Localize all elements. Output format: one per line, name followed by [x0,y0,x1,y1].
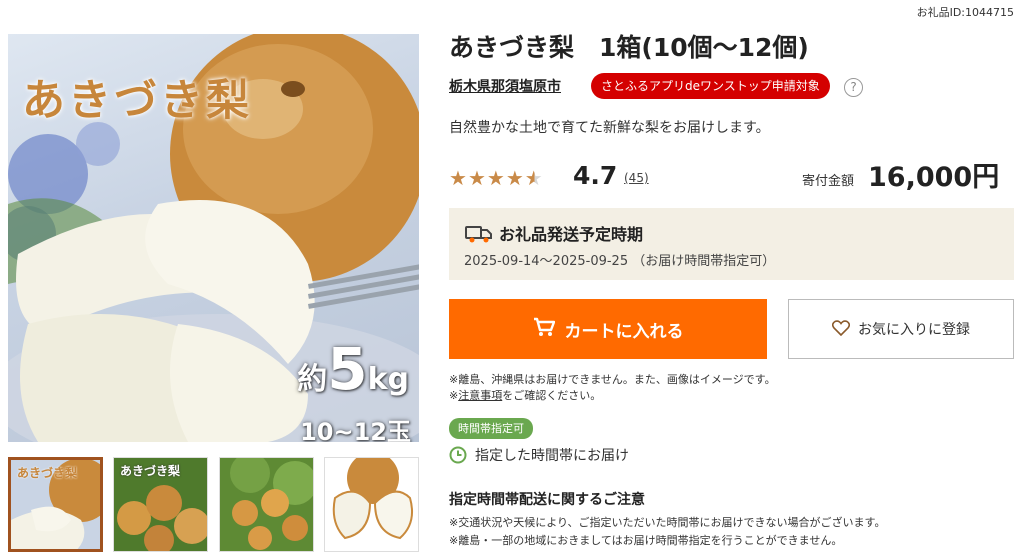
thumbnail-2[interactable]: あきづき梨 [113,457,208,552]
time-notice-lines: ※交通状況や天候により、ご指定いただいた時間帯にお届けできない場合がございます。… [449,514,885,550]
rating-score: 4.7 [573,161,618,190]
price-label: 寄付金額 [802,174,855,189]
time-notice-heading: 指定時間帯配送に関するご注意 [449,492,645,508]
caution-link[interactable]: 注意事項 [458,389,502,402]
time-slot-badge: 時間帯指定可 [449,418,533,439]
product-description: 自然豊かな土地で育てた新鮮な梨をお届けします。 [449,120,770,136]
star-icon: ★ [449,166,468,190]
question-icon[interactable]: ? [844,78,863,97]
review-count-link[interactable]: (45) [624,171,649,185]
star-half-icon: ★ [524,166,544,190]
thumbnail-3[interactable] [219,457,314,552]
note-line-1: ※離島、沖縄県はお届けできません。また、画像はイメージです。 [449,373,776,386]
time-slot-text: 指定した時間帯にお届け [475,448,629,464]
add-to-cart-button[interactable]: カートに入れる [449,299,767,359]
thumbnail-strip: あきづき梨 あきづき梨 [8,457,419,552]
app-onestop-badge: さとふるアプリdeワンストップ申請対象 [591,73,830,99]
favorite-label: お気に入りに登録 [858,321,970,337]
price-amount: 16,000円 [868,162,1000,193]
time-notice-line-1: ※交通状況や天候により、ご指定いただいた時間帯にお届けできない場合がございます。 [449,516,886,529]
star-icon: ★ [467,166,487,190]
municipality-link[interactable]: 栃木県那須塩原市 [449,76,561,96]
shipping-title: お礼品発送予定時期 [499,225,644,244]
rating-stars: ★★★★★ [449,166,544,190]
thumbnail-1[interactable]: あきづき梨 [8,457,103,552]
star-icon: ★ [505,166,525,190]
time-notice-line-2: ※離島・一部の地域におきましてはお届け時間帯指定を行うことができません。 [449,534,843,547]
shipping-dates: 2025-09-14～2025-09-25 （お届け時間帯指定可） [464,254,776,269]
delivery-notes: ※離島、沖縄県はお届けできません。また、画像はイメージです。 ※注意事項をご確認… [449,372,776,404]
note-line-2: ※注意事項をご確認ください。 [449,389,602,402]
favorite-button[interactable]: お気に入りに登録 [788,299,1014,359]
add-to-cart-label: カートに入れる [564,321,684,341]
image-count-text: 10~12玉 [300,418,411,442]
clock-icon [449,446,467,468]
image-weight-text: 約5kg [297,335,409,403]
cart-icon [533,317,555,342]
main-product-image: あきづき梨 約5kg 10~12玉 [8,34,419,442]
truck-icon [465,224,493,248]
image-title-text: あきづき梨 [22,76,252,126]
gift-id: お礼品ID:1044715 [916,6,1014,19]
star-icon: ★ [486,166,506,190]
product-title: あきづき梨 1箱(10個～12個) [449,33,809,62]
thumbnail-1-label: あきづき梨 [17,466,78,480]
shipping-info-box: お礼品発送予定時期 2025-09-14～2025-09-25 （お届け時間帯指… [449,208,1014,280]
thumbnail-2-label: あきづき梨 [120,464,181,478]
thumbnail-4[interactable] [324,457,419,552]
heart-icon [831,319,851,339]
